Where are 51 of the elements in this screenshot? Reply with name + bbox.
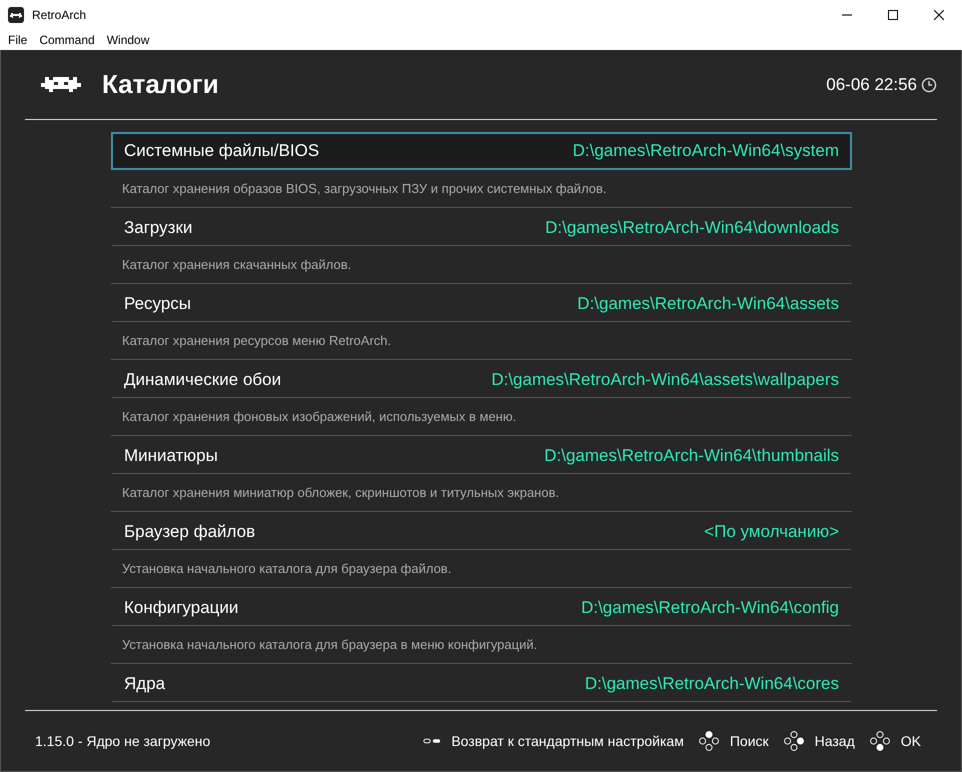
setting-row[interactable]: Ресурсы D:\games\RetroArch-Win64\assets bbox=[111, 284, 852, 322]
setting-description: Каталог хранения скачанных файлов. bbox=[122, 257, 352, 272]
gamepad-buttons-icon bbox=[698, 730, 720, 752]
footer-action[interactable]: Поиск bbox=[730, 733, 769, 749]
menu-item[interactable]: Command bbox=[39, 33, 95, 47]
footer-action[interactable]: Назад bbox=[814, 733, 855, 749]
window-title: RetroArch bbox=[32, 8, 86, 22]
setting-row[interactable]: Загрузки D:\games\RetroArch-Win64\downloads bbox=[111, 208, 852, 246]
setting-description: Установка начального каталога для браузера файлов. bbox=[122, 561, 452, 576]
setting-value: D:\games\RetroArch-Win64\assets bbox=[577, 294, 839, 314]
clock-text: 06-06 22:56 bbox=[826, 74, 917, 94]
setting-row[interactable]: Ядра D:\games\RetroArch-Win64\cores bbox=[111, 664, 852, 702]
setting-label: Конфигурации bbox=[124, 598, 238, 618]
setting-description: Каталог хранения фоновых изображений, используемых в меню. bbox=[122, 409, 516, 424]
menu-item[interactable]: File bbox=[8, 33, 28, 47]
setting-label: Ресурсы bbox=[124, 294, 192, 314]
setting-value: D:\games\RetroArch-Win64\assets\wallpapers bbox=[491, 370, 839, 390]
select-button-icon bbox=[423, 737, 442, 745]
setting-value: D:\games\RetroArch-Win64\thumbnails bbox=[544, 446, 839, 466]
invader-logo-icon bbox=[41, 74, 81, 94]
maximize-icon[interactable] bbox=[888, 10, 898, 20]
setting-description: Каталог хранения миниатюр обложек, скриншотов и титульных экранов. bbox=[122, 485, 560, 500]
setting-value: <По умолчанию> bbox=[704, 522, 839, 542]
setting-row[interactable]: Конфигурации D:\games\RetroArch-Win64\config bbox=[111, 588, 852, 626]
setting-label: Загрузки bbox=[124, 218, 192, 238]
setting-label: Системные файлы/BIOS bbox=[124, 141, 320, 161]
setting-row[interactable]: Системные файлы/BIOS D:\games\RetroArch-Win64\system bbox=[111, 132, 852, 170]
setting-row[interactable]: Браузер файлов <По умолчанию> bbox=[111, 512, 852, 550]
app-icon bbox=[8, 7, 24, 23]
setting-value: D:\games\RetroArch-Win64\system bbox=[572, 141, 839, 161]
setting-value: D:\games\RetroArch-Win64\config bbox=[581, 598, 839, 618]
setting-label: Динамические обои bbox=[124, 370, 282, 390]
setting-value: D:\games\RetroArch-Win64\cores bbox=[584, 674, 839, 694]
close-icon[interactable] bbox=[934, 10, 944, 20]
status-text: 1.15.0 - Ядро не загружено bbox=[35, 733, 210, 749]
gamepad-buttons-icon bbox=[868, 730, 891, 752]
setting-description: Каталог хранения ресурсов меню RetroArch. bbox=[122, 333, 392, 348]
setting-description: Установка начального каталога для браузера в меню конфигураций. bbox=[122, 637, 538, 652]
setting-row[interactable]: Миниатюры D:\games\RetroArch-Win64\thumbnails bbox=[111, 436, 852, 474]
footer-action[interactable]: Возврат к стандартным настройкам bbox=[451, 733, 684, 749]
menu-item[interactable]: Window bbox=[106, 33, 150, 47]
setting-label: Ядра bbox=[124, 674, 166, 694]
clock-icon bbox=[921, 76, 937, 92]
setting-label: Браузер файлов bbox=[124, 522, 256, 542]
page-title: Каталоги bbox=[102, 69, 219, 100]
setting-value: D:\games\RetroArch-Win64\downloads bbox=[545, 218, 839, 238]
gamepad-buttons-icon bbox=[782, 730, 805, 752]
setting-label: Миниатюры bbox=[124, 446, 218, 466]
footer-action[interactable]: OK bbox=[900, 733, 921, 749]
setting-description: Каталог хранения образов BIOS, загрузочных ПЗУ и прочих системных файлов. bbox=[122, 181, 607, 196]
setting-row[interactable]: Динамические обои D:\games\RetroArch-Win64\assets\wallpapers bbox=[111, 360, 852, 398]
